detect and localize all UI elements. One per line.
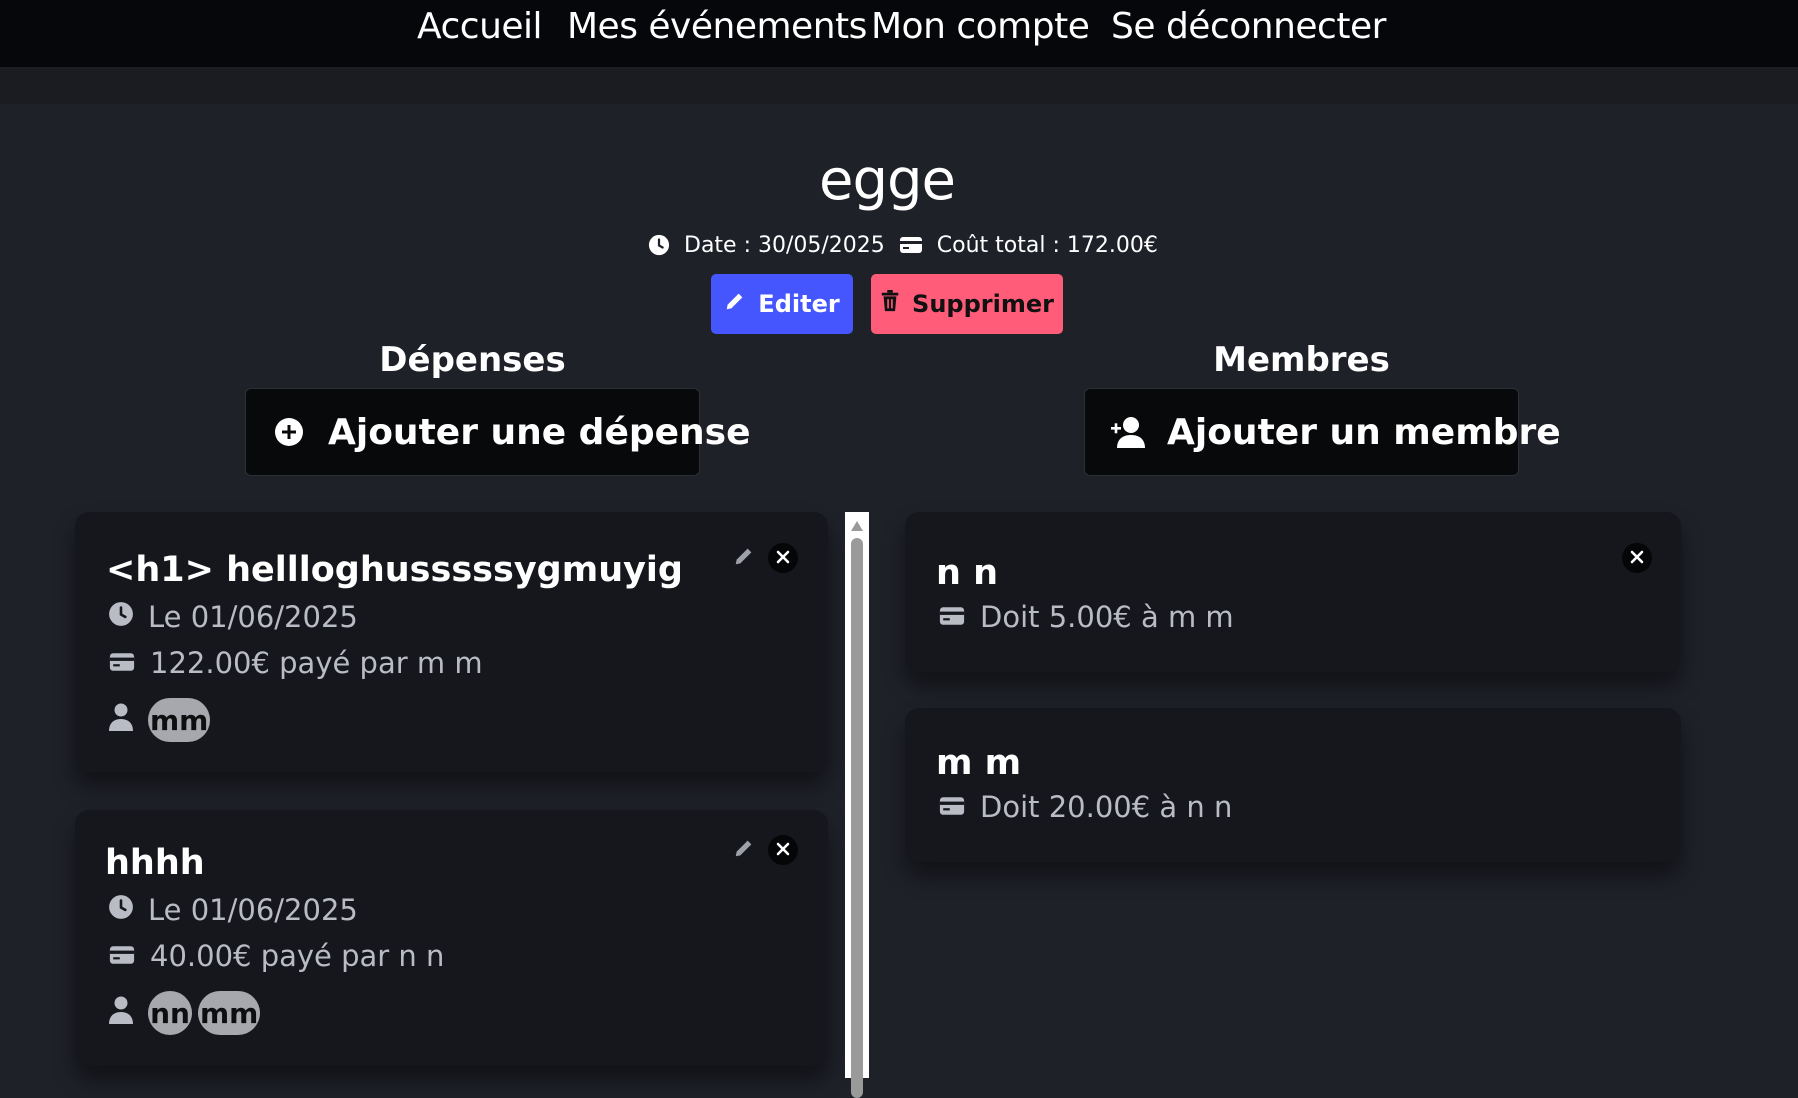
event-meta: Date : 30/05/2025 Coût total : 172.00€ [648, 230, 1158, 260]
delete-event-label: Supprimer [912, 290, 1054, 318]
add-expense-button[interactable]: Ajouter une dépense [245, 388, 751, 476]
pencil-icon [733, 545, 755, 571]
nav-link-se-deconnecter[interactable]: Se déconnecter [1111, 6, 1386, 47]
add-expense-label: Ajouter une dépense [328, 411, 751, 453]
event-date: Date : 30/05/2025 [684, 232, 885, 258]
member-balance-row: Doit 5.00€ à m m [938, 600, 1234, 634]
expenses-heading: Dépenses [379, 340, 566, 380]
participant-chip: nn [148, 991, 192, 1035]
credit-card-icon [938, 600, 980, 634]
expense-date: Le 01/06/2025 [148, 893, 358, 927]
nav-link-accueil[interactable]: Accueil [417, 6, 543, 47]
member-name: m m [936, 743, 1022, 783]
expense-participants-row: mm [108, 698, 216, 742]
edit-event-button[interactable]: Editer [711, 274, 853, 334]
top-navbar: Accueil Mes événements Mon compte Se déc… [0, 0, 1798, 67]
credit-card-icon [938, 790, 980, 824]
credit-card-icon [108, 646, 150, 680]
add-user-icon [1111, 416, 1147, 448]
scrollbar-thumb[interactable] [851, 538, 863, 1098]
delete-expense-button[interactable] [768, 835, 798, 865]
expense-participants-row: nn mm [108, 991, 266, 1035]
credit-card-icon [108, 939, 150, 973]
scroll-up-arrow-icon[interactable] [850, 517, 864, 536]
expense-card: <h1> hellloghusssssygmuyig Le 01/06/2025… [75, 512, 828, 772]
participant-chip: mm [198, 991, 261, 1035]
clock-icon [108, 893, 148, 927]
user-icon [108, 996, 148, 1031]
close-icon [776, 841, 790, 860]
add-member-label: Ajouter un membre [1167, 411, 1561, 453]
delete-event-button[interactable]: Supprimer [871, 274, 1063, 334]
clock-icon [108, 600, 148, 634]
member-balance-row: Doit 20.00€ à n n [938, 790, 1232, 824]
expense-date: Le 01/06/2025 [148, 600, 358, 634]
expense-paid-by: 122.00€ payé par m m [150, 646, 483, 680]
expense-paid-by: 40.00€ payé par n n [150, 939, 445, 973]
expense-paid-row: 122.00€ payé par m m [108, 646, 483, 680]
expense-date-row: Le 01/06/2025 [108, 600, 358, 634]
add-member-button[interactable]: Ajouter un membre [1084, 388, 1561, 476]
expense-paid-row: 40.00€ payé par n n [108, 939, 444, 973]
expenses-scrollbar[interactable] [845, 512, 869, 1098]
close-icon [1630, 549, 1644, 568]
navbar-shadow [0, 67, 1798, 104]
edit-event-label: Editer [758, 290, 840, 318]
member-balance: Doit 5.00€ à m m [980, 600, 1234, 634]
plus-circle-icon [274, 417, 304, 447]
edit-expense-button[interactable] [731, 545, 757, 571]
edit-expense-button[interactable] [731, 837, 757, 863]
member-name: n n [936, 553, 999, 593]
member-card: m m Doit 20.00€ à n n [905, 708, 1681, 862]
nav-link-mon-compte[interactable]: Mon compte [871, 6, 1090, 47]
remove-member-button[interactable] [1622, 543, 1652, 573]
expense-title: <h1> hellloghusssssygmuyig [106, 550, 683, 590]
pencil-icon [733, 837, 755, 863]
nav-link-mes-evenements[interactable]: Mes événements [567, 6, 867, 47]
delete-expense-button[interactable] [768, 543, 798, 573]
expense-date-row: Le 01/06/2025 [108, 893, 358, 927]
expense-title: hhhh [105, 843, 205, 883]
member-card: n n Doit 5.00€ à m m [905, 512, 1681, 672]
pencil-icon [724, 290, 746, 318]
page-title: egge [819, 148, 956, 213]
credit-card-icon [899, 235, 923, 255]
members-heading: Membres [1213, 340, 1390, 380]
member-balance: Doit 20.00€ à n n [980, 790, 1233, 824]
clock-icon [648, 234, 670, 256]
trash-icon [880, 290, 900, 318]
participant-chip: mm [148, 698, 211, 742]
expense-card: hhhh Le 01/06/2025 40.00€ payé par n n n… [75, 810, 828, 1066]
user-icon [108, 703, 148, 738]
close-icon [776, 549, 790, 568]
event-total-cost: Coût total : 172.00€ [936, 232, 1158, 258]
